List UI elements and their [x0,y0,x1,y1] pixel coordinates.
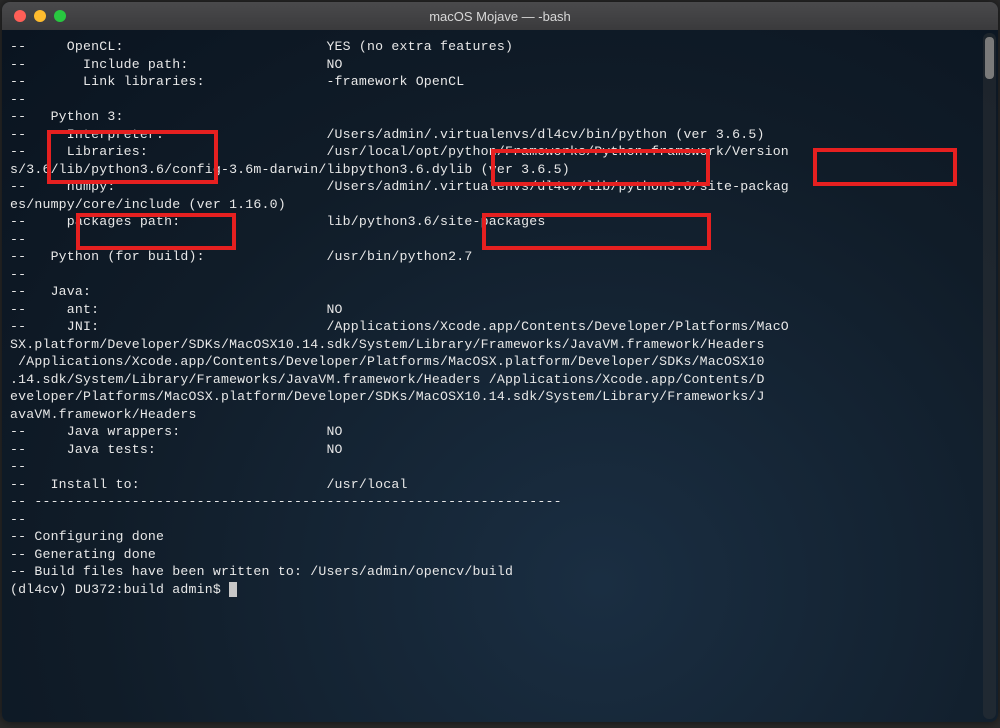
shell-prompt[interactable]: (dl4cv) DU372:build admin$ [10,582,229,597]
maximize-icon[interactable] [54,10,66,22]
terminal-body[interactable]: -- OpenCL: YES (no extra features) -- In… [2,30,998,722]
traffic-lights [2,10,66,22]
out-line: .14.sdk/System/Library/Frameworks/JavaVM… [10,372,765,387]
out-line: SX.platform/Developer/SDKs/MacOSX10.14.s… [10,337,765,352]
out-line: -- Java wrappers: NO [10,424,343,439]
out-line: -- Interpreter: /Users/admin/.virtualenv… [10,127,765,142]
out-line: avaVM.framework/Headers [10,407,197,422]
out-line: -- ant: NO [10,302,343,317]
out-line: eveloper/Platforms/MacOSX.platform/Devel… [10,389,765,404]
out-line: -- Include path: NO [10,57,343,72]
out-line: -- Install to: /usr/local [10,477,408,492]
scrollbar[interactable] [983,33,996,719]
out-line: -- Python 3: [10,109,124,124]
window-titlebar: macOS Mojave — -bash [2,2,998,31]
out-line: -- Generating done [10,547,156,562]
window-title: macOS Mojave — -bash [2,9,998,24]
out-line: -- Java tests: NO [10,442,343,457]
terminal-output: -- OpenCL: YES (no extra features) -- In… [10,38,990,598]
out-line: -- packages path: lib/python3.6/site-pac… [10,214,546,229]
scrollbar-thumb[interactable] [985,37,994,79]
out-line: -- [10,92,26,107]
out-line: -- OpenCL: YES (no extra features) [10,39,513,54]
out-line: -- JNI: /Applications/Xcode.app/Contents… [10,319,789,334]
out-line: -- Configuring done [10,529,164,544]
out-line: -- Build files have been written to: /Us… [10,564,513,579]
out-line: -- Java: [10,284,91,299]
out-line: -- Python (for build): /usr/bin/python2.… [10,249,473,264]
out-line: -- Link libraries: -framework OpenCL [10,74,464,89]
out-line: -- [10,512,26,527]
out-line: -- [10,232,26,247]
minimize-icon[interactable] [34,10,46,22]
out-line: -- [10,459,26,474]
out-line: /Applications/Xcode.app/Contents/Develop… [10,354,765,369]
out-line: es/numpy/core/include (ver 1.16.0) [10,197,286,212]
out-line: -- [10,267,26,282]
out-line: -- numpy: /Users/admin/.virtualenvs/dl4c… [10,179,789,194]
out-line: -- Libraries: /usr/local/opt/python/Fram… [10,144,789,159]
cursor-icon [229,582,237,597]
close-icon[interactable] [14,10,26,22]
out-line: -- -------------------------------------… [10,494,562,509]
out-line: s/3.6/lib/python3.6/config-3.6m-darwin/l… [10,162,570,177]
terminal-window: macOS Mojave — -bash -- OpenCL: YES (no … [2,2,998,722]
